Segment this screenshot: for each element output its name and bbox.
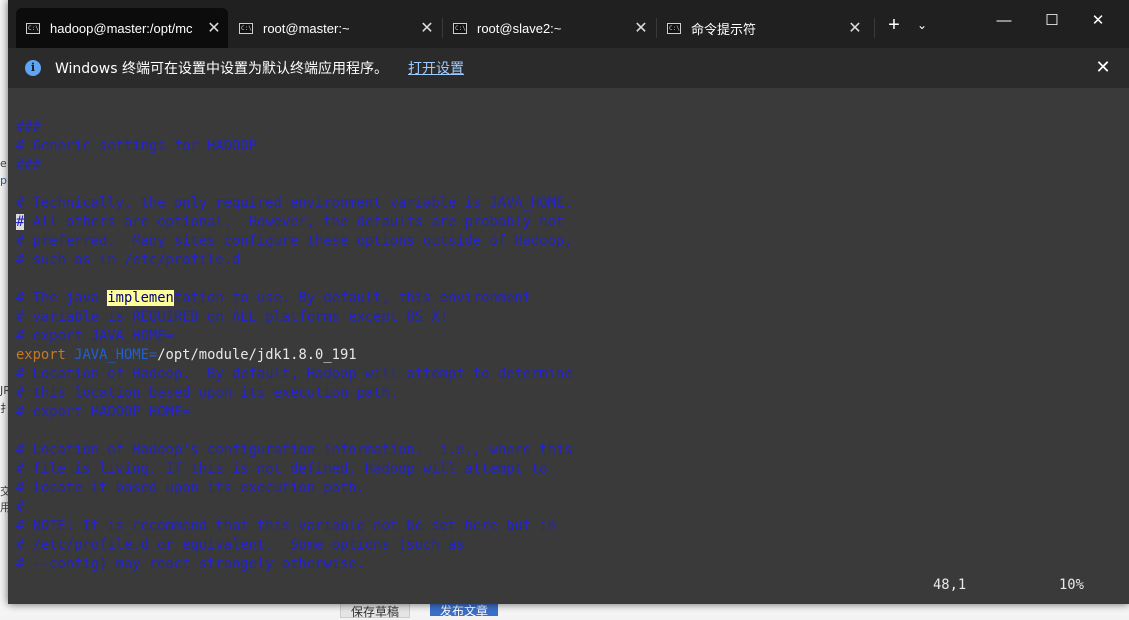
code-line: # The java implementation to use. By def…	[16, 290, 532, 306]
code-line: # variable is REQUIRED on ALL platforms …	[16, 309, 448, 325]
code-line: # --config) may react strangely otherwis…	[16, 556, 365, 572]
bg-fragment: p	[0, 174, 7, 187]
code-line: # preferred. Many sites configure these …	[16, 233, 573, 249]
tab-root-master[interactable]: C:\ root@master:~ ✕	[229, 8, 441, 48]
tab-title: 命令提示符	[691, 21, 757, 37]
close-tab-icon[interactable]: ✕	[841, 18, 869, 38]
open-settings-link[interactable]: 打开设置	[408, 58, 464, 78]
terminal-icon: C:\	[239, 22, 253, 34]
bg-fragment: e	[0, 157, 7, 170]
tab-title: root@master:~	[263, 20, 350, 36]
text-cursor: #	[16, 214, 25, 230]
tab-dropdown-button[interactable]: ⌄	[914, 14, 930, 36]
info-message: Windows 终端可在设置中设置为默认终端应用程序。	[55, 61, 388, 77]
code-line: # such as in /etc/profile.d	[16, 252, 241, 268]
tab-hadoop-master[interactable]: C:\ hadoop@master:/opt/mc ✕	[16, 8, 228, 48]
close-tab-icon[interactable]: ✕	[627, 18, 655, 38]
close-icon[interactable]: ✕	[1091, 56, 1115, 80]
code-line: # NOTE: It is recommend that this variab…	[16, 518, 556, 534]
code-line: # locate it based upon its execution pat…	[16, 480, 365, 496]
code-line: # file is living. If this is not defined…	[16, 461, 548, 477]
code-line: export JAVA_HOME=/opt/module/jdk1.8.0_19…	[16, 346, 357, 365]
env-var-name: JAVA_HOME=	[74, 347, 158, 363]
minimize-button[interactable]: —	[982, 8, 1026, 34]
close-tab-icon[interactable]: ✕	[200, 18, 228, 38]
terminal-icon: C:\	[453, 22, 467, 34]
tab-command-prompt[interactable]: C:\ 命令提示符 ✕	[657, 8, 869, 48]
code-line: # Location of Hadoop's configuration inf…	[16, 442, 573, 458]
tab-root-slave2[interactable]: C:\ root@slave2:~ ✕	[443, 8, 655, 48]
terminal-icon: C:\	[26, 22, 40, 34]
code-line: #	[16, 499, 25, 515]
search-match: implemen	[107, 290, 174, 306]
title-bar: C:\ hadoop@master:/opt/mc ✕ C:\ root@mas…	[8, 0, 1129, 48]
info-icon: i	[25, 60, 41, 76]
publish-button[interactable]: 发布文章	[430, 603, 499, 618]
code-line: # export JAVA_HOME=	[16, 328, 174, 344]
maximize-button[interactable]: ☐	[1030, 8, 1074, 34]
export-keyword: export	[16, 347, 75, 363]
code-line: # Technically, the only required environ…	[16, 195, 573, 211]
close-window-button[interactable]: ✕	[1076, 8, 1120, 34]
code-line: # export HADOOP_HOME=	[16, 404, 191, 420]
terminal-icon: C:\	[667, 22, 681, 34]
code-line: ###	[16, 119, 41, 135]
code-line: # All others are optional. However, the …	[16, 214, 565, 230]
info-bar: i Windows 终端可在设置中设置为默认终端应用程序。 打开设置 ✕	[8, 48, 1129, 88]
code-line: # Generic settings for HADOOP	[16, 138, 257, 154]
code-line: # this location based upon its execution…	[16, 385, 399, 401]
tab-title: root@slave2:~	[477, 20, 562, 36]
terminal-content[interactable]: ### # Generic settings for HADOOP ### # Tec…	[8, 88, 1129, 604]
close-tab-icon[interactable]: ✕	[413, 18, 441, 38]
terminal-window: C:\ hadoop@master:/opt/mc ✕ C:\ root@mas…	[8, 0, 1129, 604]
new-tab-button[interactable]: +	[882, 12, 906, 38]
code-line: ###	[16, 157, 41, 173]
tab-separator	[874, 18, 875, 38]
tab-title: hadoop@master:/opt/mc	[50, 20, 193, 36]
cursor-position: 48,1	[933, 577, 967, 593]
scroll-percent: 10%	[1059, 577, 1084, 593]
code-line: # /etc/profile.d or equivalent. Some opt…	[16, 537, 465, 553]
code-line: # Location of Hadoop. By default, Hadoop…	[16, 366, 573, 382]
env-var-value: /opt/module/jdk1.8.0_191	[157, 347, 357, 363]
